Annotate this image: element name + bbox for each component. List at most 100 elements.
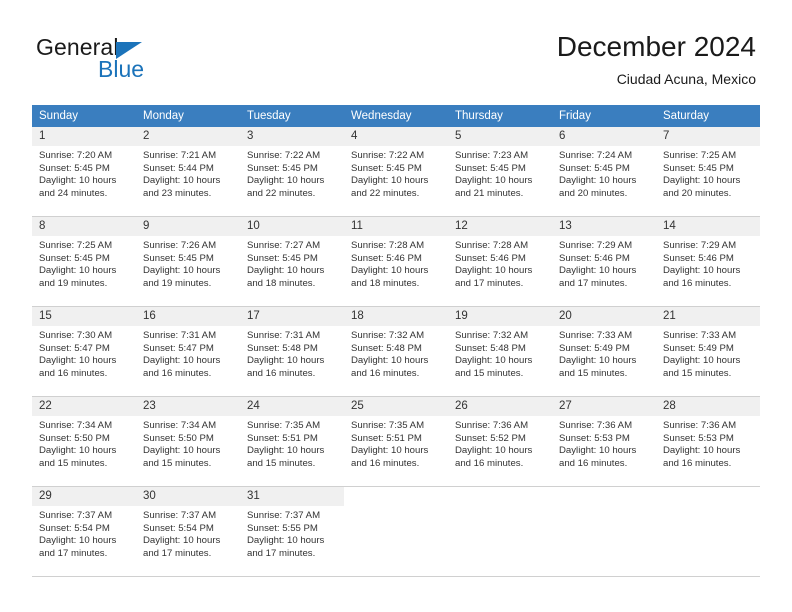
sunrise-text: Sunrise: 7:26 AM — [143, 240, 217, 251]
day-details: Sunrise: 7:25 AM Sunset: 5:45 PM Daylight:… — [32, 236, 136, 290]
day-details: Sunrise: 7:31 AM Sunset: 5:47 PM Daylight:… — [136, 326, 240, 380]
sunrise-text: Sunrise: 7:28 AM — [351, 240, 425, 251]
calendar-day-cell[interactable]: 28 Sunrise: 7:36 AM Sunset: 5:53 PM Dayligh… — [656, 396, 760, 487]
sunset-text: Sunset: 5:49 PM — [559, 342, 630, 354]
calendar-day-cell[interactable]: 31 Sunrise: 7:37 AM Sunset: 5:55 PM Dayligh… — [240, 486, 344, 577]
daylight-text-line1: Daylight: 10 hours — [143, 175, 221, 187]
calendar-day-cell[interactable]: 24 Sunrise: 7:35 AM Sunset: 5:51 PM Dayligh… — [240, 396, 344, 487]
calendar-day-cell[interactable]: 16 Sunrise: 7:31 AM Sunset: 5:47 PM Dayligh… — [136, 306, 240, 397]
calendar-day-cell[interactable]: 26 Sunrise: 7:36 AM Sunset: 5:52 PM Dayligh… — [448, 396, 552, 487]
sunrise-text: Sunrise: 7:34 AM — [39, 420, 113, 431]
calendar-day-cell[interactable]: 5 Sunrise: 7:23 AM Sunset: 5:45 PM Daylight… — [448, 127, 552, 217]
daylight-text-line2: and 15 minutes. — [455, 367, 524, 379]
calendar-day-cell[interactable]: 27 Sunrise: 7:36 AM Sunset: 5:53 PM Dayligh… — [552, 396, 656, 487]
calendar-day-cell[interactable]: 4 Sunrise: 7:22 AM Sunset: 5:45 PM Daylight… — [344, 127, 448, 217]
day-number — [552, 487, 656, 506]
day-details: Sunrise: 7:28 AM Sunset: 5:46 PM Daylight:… — [344, 236, 448, 290]
sunrise-text: Sunrise: 7:37 AM — [39, 510, 113, 521]
daylight-text-line1: Daylight: 10 hours — [39, 535, 117, 547]
calendar-day-cell[interactable]: 7 Sunrise: 7:25 AM Sunset: 5:45 PM Daylight… — [656, 127, 760, 217]
calendar-day-cell[interactable]: 1 Sunrise: 7:20 AM Sunset: 5:45 PM Daylight… — [32, 127, 136, 217]
sunset-text: Sunset: 5:45 PM — [39, 162, 110, 174]
calendar-day-cell[interactable]: 10 Sunrise: 7:27 AM Sunset: 5:45 PM Dayligh… — [240, 216, 344, 307]
day-number: 14 — [656, 217, 760, 236]
daylight-text-line1: Daylight: 10 hours — [143, 535, 221, 547]
day-details: Sunrise: 7:34 AM Sunset: 5:50 PM Daylight:… — [136, 416, 240, 470]
calendar-day-cell[interactable]: 22 Sunrise: 7:34 AM Sunset: 5:50 PM Dayligh… — [32, 396, 136, 487]
sunrise-text: Sunrise: 7:36 AM — [663, 420, 737, 431]
day-details: Sunrise: 7:35 AM Sunset: 5:51 PM Daylight:… — [344, 416, 448, 470]
calendar-day-cell[interactable]: 18 Sunrise: 7:32 AM Sunset: 5:48 PM Dayligh… — [344, 306, 448, 397]
calendar-day-cell[interactable]: 13 Sunrise: 7:29 AM Sunset: 5:46 PM Dayligh… — [552, 216, 656, 307]
day-number: 2 — [136, 127, 240, 146]
sunset-text: Sunset: 5:48 PM — [351, 342, 422, 354]
day-number: 16 — [136, 307, 240, 326]
daylight-text-line2: and 17 minutes. — [455, 277, 524, 289]
daylight-text-line1: Daylight: 10 hours — [39, 445, 117, 457]
sunset-text: Sunset: 5:53 PM — [663, 432, 734, 444]
daylight-text-line2: and 16 minutes. — [663, 277, 732, 289]
calendar-day-cell[interactable]: 25 Sunrise: 7:35 AM Sunset: 5:51 PM Dayligh… — [344, 396, 448, 487]
daylight-text-line2: and 21 minutes. — [455, 187, 524, 199]
weekday-header-wednesday: Wednesday — [344, 105, 448, 127]
calendar-day-cell[interactable]: 17 Sunrise: 7:31 AM Sunset: 5:48 PM Dayligh… — [240, 306, 344, 397]
daylight-text-line2: and 16 minutes. — [455, 457, 524, 469]
daylight-text-line1: Daylight: 10 hours — [247, 265, 325, 277]
calendar-grid: Sunday Monday Tuesday Wednesday Thursday… — [32, 105, 760, 577]
daylight-text-line2: and 16 minutes. — [351, 457, 420, 469]
sunset-text: Sunset: 5:47 PM — [143, 342, 214, 354]
calendar-empty-cell — [344, 486, 448, 577]
calendar-day-cell[interactable]: 2 Sunrise: 7:21 AM Sunset: 5:44 PM Daylight… — [136, 127, 240, 217]
daylight-text-line1: Daylight: 10 hours — [663, 175, 741, 187]
daylight-text-line2: and 16 minutes. — [351, 367, 420, 379]
calendar-day-cell[interactable]: 12 Sunrise: 7:28 AM Sunset: 5:46 PM Dayligh… — [448, 216, 552, 307]
day-details: Sunrise: 7:22 AM Sunset: 5:45 PM Daylight:… — [240, 146, 344, 200]
calendar-day-cell[interactable]: 30 Sunrise: 7:37 AM Sunset: 5:54 PM Dayligh… — [136, 486, 240, 577]
calendar-day-cell[interactable]: 6 Sunrise: 7:24 AM Sunset: 5:45 PM Daylight… — [552, 127, 656, 217]
brand-logo[interactable]: General Blue — [36, 36, 256, 88]
day-details: Sunrise: 7:33 AM Sunset: 5:49 PM Daylight:… — [656, 326, 760, 380]
calendar-day-cell[interactable]: 9 Sunrise: 7:26 AM Sunset: 5:45 PM Daylight… — [136, 216, 240, 307]
daylight-text-line1: Daylight: 10 hours — [559, 175, 637, 187]
brand-word-blue: Blue — [98, 56, 145, 82]
sunrise-text: Sunrise: 7:24 AM — [559, 150, 633, 161]
calendar-day-cell[interactable]: 8 Sunrise: 7:25 AM Sunset: 5:45 PM Daylight… — [32, 216, 136, 307]
sunrise-text: Sunrise: 7:29 AM — [559, 240, 633, 251]
daylight-text-line1: Daylight: 10 hours — [351, 265, 429, 277]
daylight-text-line2: and 22 minutes. — [247, 187, 316, 199]
sunrise-text: Sunrise: 7:35 AM — [351, 420, 425, 431]
day-details: Sunrise: 7:29 AM Sunset: 5:46 PM Daylight:… — [552, 236, 656, 290]
day-details: Sunrise: 7:23 AM Sunset: 5:45 PM Daylight:… — [448, 146, 552, 200]
sunrise-text: Sunrise: 7:37 AM — [143, 510, 217, 521]
day-number: 25 — [344, 397, 448, 416]
calendar-day-cell[interactable]: 3 Sunrise: 7:22 AM Sunset: 5:45 PM Daylight… — [240, 127, 344, 217]
day-details: Sunrise: 7:32 AM Sunset: 5:48 PM Daylight:… — [344, 326, 448, 380]
sunrise-text: Sunrise: 7:25 AM — [663, 150, 737, 161]
calendar-day-cell[interactable]: 15 Sunrise: 7:30 AM Sunset: 5:47 PM Dayligh… — [32, 306, 136, 397]
calendar-day-cell[interactable]: 14 Sunrise: 7:29 AM Sunset: 5:46 PM Dayligh… — [656, 216, 760, 307]
sunset-text: Sunset: 5:51 PM — [247, 432, 318, 444]
sunset-text: Sunset: 5:47 PM — [39, 342, 110, 354]
calendar-empty-cell — [552, 486, 656, 577]
daylight-text-line2: and 22 minutes. — [351, 187, 420, 199]
daylight-text-line2: and 16 minutes. — [143, 367, 212, 379]
day-details: Sunrise: 7:32 AM Sunset: 5:48 PM Daylight:… — [448, 326, 552, 380]
day-details: Sunrise: 7:20 AM Sunset: 5:45 PM Daylight:… — [32, 146, 136, 200]
day-number: 22 — [32, 397, 136, 416]
daylight-text-line2: and 17 minutes. — [143, 547, 212, 559]
daylight-text-line2: and 17 minutes. — [559, 277, 628, 289]
day-number: 9 — [136, 217, 240, 236]
sunrise-text: Sunrise: 7:33 AM — [559, 330, 633, 341]
daylight-text-line1: Daylight: 10 hours — [663, 355, 741, 367]
daylight-text-line1: Daylight: 10 hours — [351, 445, 429, 457]
calendar-day-cell[interactable]: 29 Sunrise: 7:37 AM Sunset: 5:54 PM Dayligh… — [32, 486, 136, 577]
daylight-text-line1: Daylight: 10 hours — [663, 445, 741, 457]
calendar-body: 1 Sunrise: 7:20 AM Sunset: 5:45 PM Daylight… — [32, 127, 760, 577]
calendar-day-cell[interactable]: 11 Sunrise: 7:28 AM Sunset: 5:46 PM Dayligh… — [344, 216, 448, 307]
calendar-day-cell[interactable]: 20 Sunrise: 7:33 AM Sunset: 5:49 PM Dayligh… — [552, 306, 656, 397]
sunrise-text: Sunrise: 7:20 AM — [39, 150, 113, 161]
calendar-day-cell[interactable]: 21 Sunrise: 7:33 AM Sunset: 5:49 PM Dayligh… — [656, 306, 760, 397]
calendar-day-cell[interactable]: 19 Sunrise: 7:32 AM Sunset: 5:48 PM Dayligh… — [448, 306, 552, 397]
calendar-day-cell[interactable]: 23 Sunrise: 7:34 AM Sunset: 5:50 PM Dayligh… — [136, 396, 240, 487]
page-header: General Blue December 2024 Ciudad Acuna,… — [0, 0, 792, 104]
